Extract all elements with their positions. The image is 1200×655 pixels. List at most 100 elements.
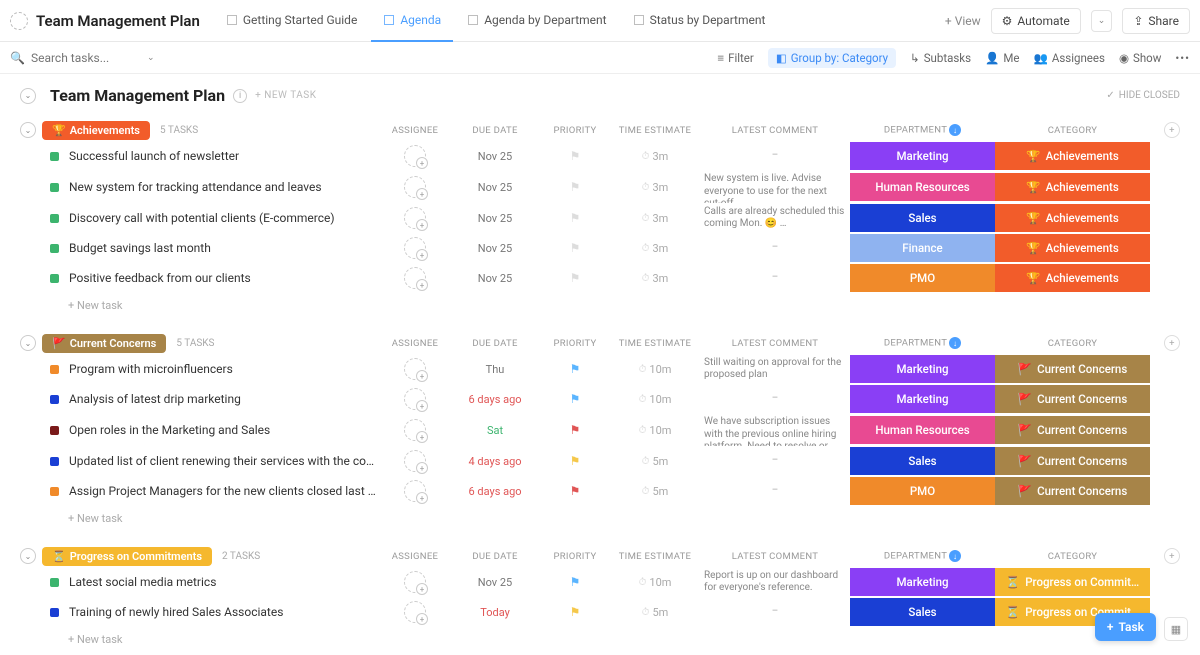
priority-flag[interactable]: ⚑: [540, 271, 610, 285]
due-date[interactable]: 4 days ago: [450, 455, 540, 468]
avatar-placeholder[interactable]: [404, 388, 426, 410]
assignees-button[interactable]: 👥Assignees: [1034, 51, 1105, 65]
avatar-placeholder[interactable]: [404, 176, 426, 198]
status-square[interactable]: [50, 183, 59, 192]
add-column-button[interactable]: +: [1164, 122, 1180, 138]
status-square[interactable]: [50, 244, 59, 253]
me-button[interactable]: 👤Me: [985, 51, 1019, 65]
tab-agenda-by-department[interactable]: Agenda by Department: [455, 0, 618, 42]
category-chip[interactable]: 🏆Achievements: [995, 264, 1150, 292]
avatar-placeholder[interactable]: [404, 419, 426, 441]
new-task-row[interactable]: + New task: [20, 293, 1180, 318]
task-row[interactable]: Discovery call with potential clients (E…: [20, 203, 1180, 233]
category-chip[interactable]: 🚩Current Concerns: [995, 385, 1150, 413]
task-row[interactable]: Program with microinfluencersThu⚑10mStil…: [20, 354, 1180, 384]
category-chip[interactable]: 🏆Achievements: [995, 234, 1150, 262]
task-row[interactable]: Assign Project Managers for the new clie…: [20, 476, 1180, 506]
search-input[interactable]: [31, 51, 141, 65]
add-view[interactable]: + View: [935, 14, 991, 28]
tab-status-by-department[interactable]: Status by Department: [621, 0, 778, 42]
info-icon[interactable]: i: [233, 89, 247, 103]
time-estimate[interactable]: 10m: [610, 576, 700, 589]
category-chip[interactable]: 🚩Current Concerns: [995, 355, 1150, 383]
category-chip[interactable]: ⏳Progress on Commit…: [995, 568, 1150, 596]
assignee-cell[interactable]: [380, 419, 450, 441]
department-chip[interactable]: Marketing: [850, 385, 995, 413]
new-task-ghost[interactable]: + NEW TASK: [255, 90, 316, 101]
share-button[interactable]: ⇪ Share: [1122, 8, 1190, 34]
new-task-fab[interactable]: +Task: [1095, 613, 1156, 641]
time-estimate[interactable]: 5m: [610, 455, 700, 468]
due-date[interactable]: 6 days ago: [450, 393, 540, 406]
status-square[interactable]: [50, 395, 59, 404]
avatar-placeholder[interactable]: [404, 207, 426, 229]
department-chip[interactable]: Sales: [850, 204, 995, 232]
priority-flag[interactable]: ⚑: [540, 180, 610, 194]
task-row[interactable]: Positive feedback from our clientsNov 25…: [20, 263, 1180, 293]
collapse-all-button[interactable]: ⌄: [20, 88, 36, 104]
automate-button[interactable]: ⚙ Automate: [991, 8, 1081, 34]
tab-agenda[interactable]: Agenda: [371, 0, 453, 42]
time-estimate[interactable]: 10m: [610, 424, 700, 437]
category-chip[interactable]: 🚩Current Concerns: [995, 447, 1150, 475]
due-date[interactable]: Nov 25: [450, 181, 540, 194]
category-chip[interactable]: 🏆Achievements: [995, 173, 1150, 201]
priority-flag[interactable]: ⚑: [540, 454, 610, 468]
category-chip[interactable]: 🚩Current Concerns: [995, 477, 1150, 505]
department-chip[interactable]: Marketing: [850, 568, 995, 596]
more-button[interactable]: •••: [1175, 51, 1190, 65]
priority-flag[interactable]: ⚑: [540, 423, 610, 437]
task-row[interactable]: New system for tracking attendance and l…: [20, 171, 1180, 203]
add-column-button[interactable]: +: [1164, 335, 1180, 351]
time-estimate[interactable]: 3m: [610, 272, 700, 285]
assignee-cell[interactable]: [380, 267, 450, 289]
department-chip[interactable]: Marketing: [850, 142, 995, 170]
new-task-row[interactable]: + New task: [20, 506, 1180, 531]
priority-flag[interactable]: ⚑: [540, 575, 610, 589]
task-row[interactable]: Latest social media metricsNov 25⚑10mRep…: [20, 567, 1180, 597]
due-date[interactable]: Nov 25: [450, 576, 540, 589]
department-chip[interactable]: Human Resources: [850, 416, 995, 444]
assignee-cell[interactable]: [380, 388, 450, 410]
task-row[interactable]: Training of newly hired Sales Associates…: [20, 597, 1180, 627]
priority-flag[interactable]: ⚑: [540, 211, 610, 225]
status-square[interactable]: [50, 365, 59, 374]
time-estimate[interactable]: 5m: [610, 606, 700, 619]
groupby-button[interactable]: ◧Group by: Category: [768, 48, 896, 68]
status-square[interactable]: [50, 274, 59, 283]
col-department[interactable]: DEPARTMENT↓: [850, 337, 995, 349]
time-estimate[interactable]: 3m: [610, 212, 700, 225]
col-department[interactable]: DEPARTMENT↓: [850, 550, 995, 562]
due-date[interactable]: Nov 25: [450, 150, 540, 163]
avatar-placeholder[interactable]: [404, 601, 426, 623]
category-chip[interactable]: 🚩Current Concerns: [995, 416, 1150, 444]
status-square[interactable]: [50, 457, 59, 466]
subtasks-button[interactable]: ↳Subtasks: [910, 51, 971, 65]
hide-closed-button[interactable]: ✓HIDE CLOSED: [1106, 90, 1180, 101]
task-row[interactable]: Updated list of client renewing their se…: [20, 446, 1180, 476]
apps-button[interactable]: ▦: [1164, 617, 1188, 641]
col-department[interactable]: DEPARTMENT↓: [850, 124, 995, 136]
status-square[interactable]: [50, 214, 59, 223]
due-date[interactable]: 6 days ago: [450, 485, 540, 498]
collapse-group-button[interactable]: ⌄: [20, 548, 36, 564]
avatar-placeholder[interactable]: [404, 450, 426, 472]
avatar-placeholder[interactable]: [404, 480, 426, 502]
department-chip[interactable]: Finance: [850, 234, 995, 262]
tab-getting-started-guide[interactable]: Getting Started Guide: [214, 0, 369, 42]
priority-flag[interactable]: ⚑: [540, 362, 610, 376]
status-square[interactable]: [50, 578, 59, 587]
new-task-row[interactable]: + New task: [20, 627, 1180, 652]
department-chip[interactable]: PMO: [850, 477, 995, 505]
avatar-placeholder[interactable]: [404, 571, 426, 593]
assignee-cell[interactable]: [380, 176, 450, 198]
department-chip[interactable]: Human Resources: [850, 173, 995, 201]
assignee-cell[interactable]: [380, 601, 450, 623]
category-chip[interactable]: 🏆Achievements: [995, 142, 1150, 170]
priority-flag[interactable]: ⚑: [540, 149, 610, 163]
status-square[interactable]: [50, 487, 59, 496]
time-estimate[interactable]: 3m: [610, 242, 700, 255]
priority-flag[interactable]: ⚑: [540, 605, 610, 619]
filter-button[interactable]: ≡Filter: [717, 51, 753, 65]
time-estimate[interactable]: 10m: [610, 393, 700, 406]
